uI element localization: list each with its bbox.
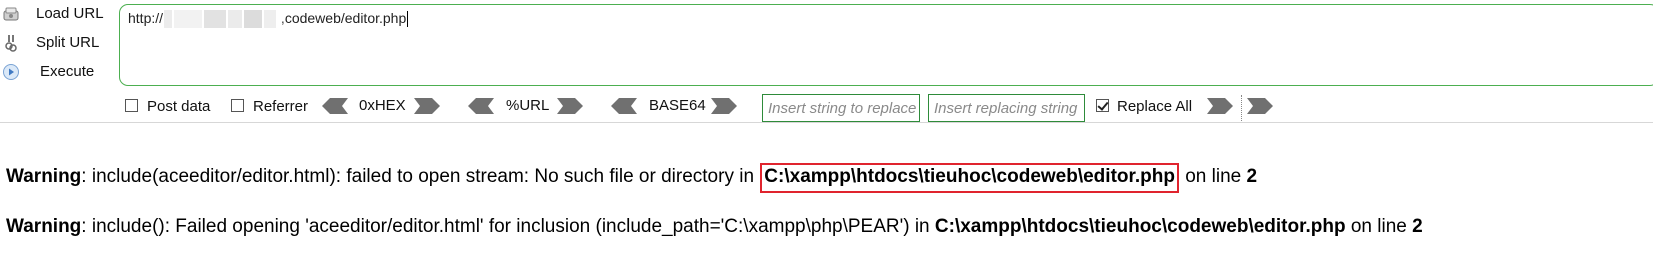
warning-path: C:\xampp\htdocs\tieuhoc\codeweb\editor.p… (934, 216, 1346, 237)
warning-message-1: Warning: include(aceeditor/editor.html):… (6, 163, 1257, 193)
replace-with-placeholder: Insert replacing string (934, 100, 1078, 117)
base64-decode-arrow-icon[interactable] (611, 98, 637, 114)
redacted-block (228, 10, 243, 29)
referrer-checkbox[interactable] (231, 99, 244, 112)
hex-encode-arrow-icon[interactable] (414, 98, 440, 114)
toolbar-separator (1241, 95, 1242, 121)
replace-search-input[interactable]: Insert string to replace (762, 94, 920, 122)
execute-button[interactable]: Execute (0, 58, 112, 86)
warning-path: C:\xampp\htdocs\tieuhoc\codeweb\editor.p… (764, 166, 1175, 187)
hex-label: 0xHEX (359, 97, 406, 114)
warning-level: Warning (6, 216, 82, 237)
url-decode-arrow-icon[interactable] (468, 98, 494, 114)
warning-line-number: 2 (1246, 166, 1258, 187)
url-prefix: http:// (128, 10, 164, 26)
redacted-block (244, 10, 263, 29)
redacted-block (204, 10, 227, 29)
split-url-icon (5, 35, 17, 52)
warning-level: Warning (6, 166, 82, 187)
warning-line-number: 2 (1412, 216, 1423, 237)
execute-label: Execute (40, 63, 95, 80)
base64-encode-arrow-icon[interactable] (711, 98, 737, 114)
load-url-button[interactable]: Load URL (0, 0, 112, 28)
replace-all-label: Replace All (1117, 98, 1193, 115)
load-url-icon (3, 7, 19, 21)
load-url-label: Load URL (36, 5, 104, 22)
split-url-label: Split URL (36, 34, 100, 51)
hex-decode-arrow-icon[interactable] (322, 98, 348, 114)
highlighted-file-path: C:\xampp\htdocs\tieuhoc\codeweb\editor.p… (760, 163, 1179, 193)
url-text[interactable]: http:// ,codeweb/editor.php (128, 10, 409, 29)
hackbar-toolbar: Load URL Split URL Execute http:// ,code… (0, 0, 1653, 123)
replace-forward-arrow-icon[interactable] (1207, 98, 1233, 114)
warning-text: : include(aceeditor/editor.html): failed… (81, 166, 760, 187)
replace-backward-arrow-icon[interactable] (1247, 98, 1273, 114)
redacted-block (264, 10, 277, 29)
url-suffix: codeweb/editor.php (284, 10, 407, 26)
redacted-block (164, 10, 173, 29)
options-row: Post data Referrer 0xHEX %URL BASE64 Ins… (0, 92, 1653, 122)
url-encode-arrow-icon[interactable] (557, 98, 583, 114)
post-data-checkbox[interactable] (125, 99, 138, 112)
replace-all-checkbox[interactable] (1096, 99, 1109, 112)
split-url-button[interactable]: Split URL (0, 29, 112, 57)
replace-with-input[interactable]: Insert replacing string (928, 94, 1085, 122)
replace-search-placeholder: Insert string to replace (768, 100, 917, 117)
warning-text: : include(): Failed opening 'aceeditor/e… (81, 216, 935, 237)
execute-icon (3, 64, 19, 80)
referrer-label: Referrer (253, 98, 309, 115)
warning-message-2: Warning: include(): Failed opening 'acee… (6, 216, 1423, 238)
warning-line-label: on line (1179, 166, 1247, 187)
url-label: %URL (506, 97, 550, 114)
warning-line-label: on line (1345, 216, 1413, 237)
url-input[interactable]: http:// ,codeweb/editor.php (119, 4, 1653, 86)
redacted-block (174, 10, 203, 29)
text-caret (407, 11, 409, 28)
post-data-label: Post data (147, 98, 211, 115)
base64-label: BASE64 (649, 97, 706, 114)
